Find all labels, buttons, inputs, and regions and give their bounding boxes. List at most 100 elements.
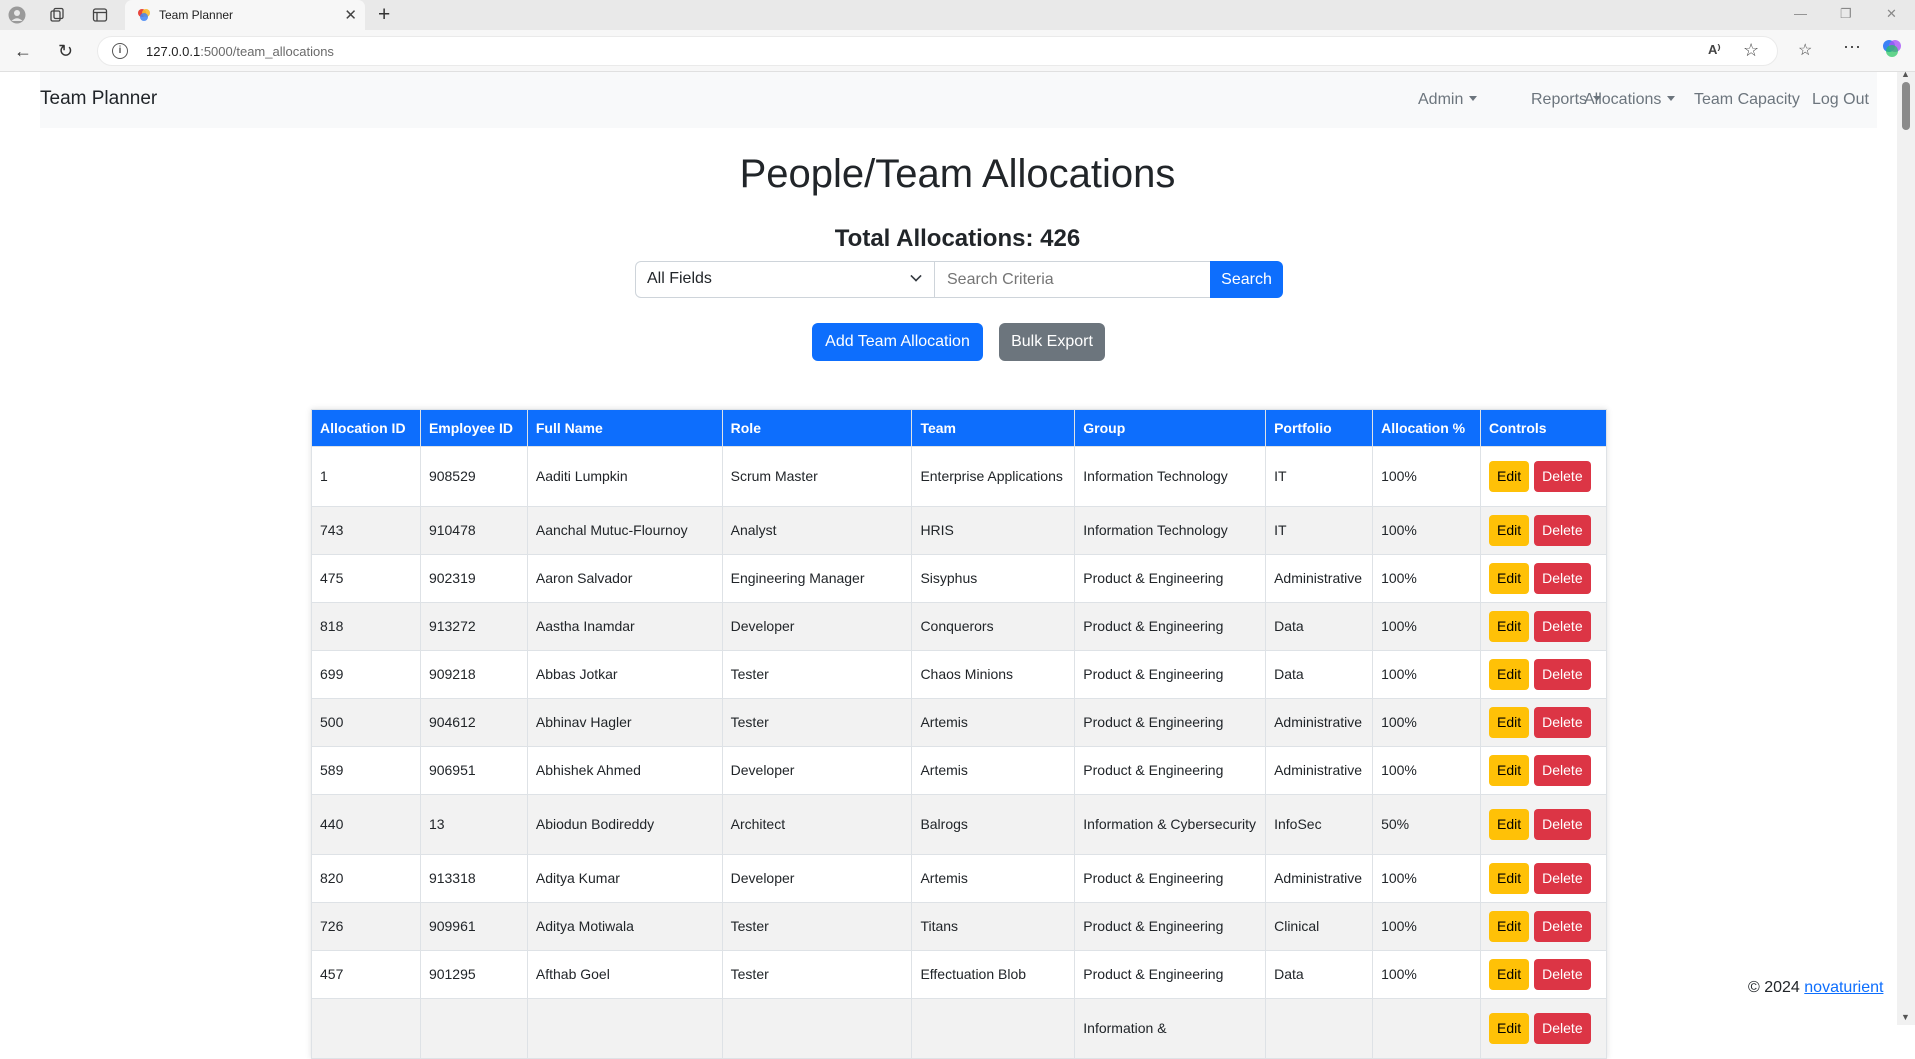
table-cell: 908529 — [419, 446, 528, 507]
table-cell: Tester — [721, 950, 913, 999]
table-cell: IT — [1265, 506, 1374, 555]
table-cell: Product & Engineering — [1074, 902, 1267, 951]
edit-button[interactable]: Edit — [1489, 1013, 1530, 1044]
edit-button[interactable]: Edit — [1489, 707, 1530, 738]
delete-button[interactable]: Delete — [1534, 911, 1591, 942]
minimize-icon[interactable]: — — [1794, 6, 1807, 21]
column-header: Controls — [1480, 409, 1607, 447]
nav-log-out[interactable]: Log Out — [1812, 91, 1869, 109]
table-cell — [1372, 998, 1482, 1059]
column-header: Group — [1074, 409, 1267, 447]
tab-team-planner[interactable]: Team Planner ✕ — [125, 0, 365, 30]
edit-button[interactable]: Edit — [1489, 911, 1530, 942]
edit-button[interactable]: Edit — [1489, 611, 1530, 642]
read-aloud-icon[interactable]: A⁾ — [1708, 42, 1721, 58]
delete-button[interactable]: Delete — [1534, 959, 1591, 990]
tab-actions-icon[interactable] — [90, 5, 110, 25]
table-cell: 100% — [1372, 446, 1482, 507]
page-scrollbar[interactable]: ▲ ▼ — [1897, 69, 1915, 1025]
tab-title: Team Planner — [159, 8, 234, 22]
delete-button[interactable]: Delete — [1534, 707, 1591, 738]
search-field-value: All Fields — [647, 270, 712, 287]
browser-tab-bar: Team Planner ✕ + — ❐ ✕ — [0, 0, 1915, 30]
table-cell: Enterprise Applications — [911, 446, 1076, 507]
navbar-brand[interactable]: Team Planner — [40, 88, 157, 110]
delete-button[interactable]: Delete — [1534, 809, 1591, 840]
controls-cell: Edit Delete — [1480, 698, 1607, 747]
table-cell: 100% — [1372, 554, 1482, 603]
workspaces-icon[interactable] — [47, 5, 67, 25]
table-cell: IT — [1265, 446, 1374, 507]
edit-button[interactable]: Edit — [1489, 755, 1530, 786]
delete-button[interactable]: Delete — [1534, 461, 1591, 492]
edit-button[interactable]: Edit — [1489, 515, 1530, 546]
restore-icon[interactable]: ❐ — [1840, 6, 1852, 22]
refresh-icon[interactable]: ↻ — [58, 41, 73, 62]
controls-cell: Edit Delete — [1480, 746, 1607, 795]
table-cell: 100% — [1372, 506, 1482, 555]
table-cell: Developer — [721, 602, 913, 651]
more-icon[interactable]: ⋯ — [1843, 37, 1861, 58]
controls-cell: Edit Delete — [1480, 950, 1607, 999]
table-cell: 904612 — [419, 698, 528, 747]
nav-allocations[interactable]: Allocations — [1584, 91, 1675, 109]
table-cell: Product & Engineering — [1074, 650, 1267, 699]
table-cell: Product & Engineering — [1074, 854, 1267, 903]
scroll-up-icon[interactable]: ▲ — [1901, 69, 1910, 79]
edit-button[interactable]: Edit — [1489, 563, 1530, 594]
back-icon[interactable]: ← — [14, 41, 32, 62]
edit-button[interactable]: Edit — [1489, 461, 1530, 492]
delete-button[interactable]: Delete — [1534, 1013, 1591, 1044]
table-cell: Administrative — [1265, 854, 1374, 903]
delete-button[interactable]: Delete — [1534, 863, 1591, 894]
add-team-allocation-button[interactable]: Add Team Allocation — [812, 323, 983, 361]
table-cell: 13 — [419, 794, 528, 855]
search-input[interactable] — [934, 261, 1211, 298]
delete-button[interactable]: Delete — [1534, 755, 1591, 786]
delete-button[interactable]: Delete — [1534, 563, 1591, 594]
table-cell: Data — [1265, 950, 1374, 999]
column-header: Team — [911, 409, 1076, 447]
table-cell — [911, 998, 1076, 1059]
search-button[interactable]: Search — [1210, 261, 1283, 298]
table-cell: 100% — [1372, 698, 1482, 747]
table-cell: Information Technology — [1074, 506, 1267, 555]
new-tab-icon[interactable]: + — [378, 3, 390, 27]
favorites-icon[interactable]: ☆ — [1798, 40, 1812, 60]
nav-admin[interactable]: Admin — [1418, 91, 1477, 109]
site-info-icon[interactable]: i — [112, 43, 128, 59]
close-window-icon[interactable]: ✕ — [1886, 6, 1897, 22]
profile-icon[interactable] — [7, 5, 27, 25]
table-cell — [1265, 998, 1374, 1059]
url-field[interactable]: i 127.0.0.1:5000/team_allocations A⁾ ☆ — [97, 36, 1778, 66]
table-cell: Aastha Inamdar — [526, 602, 723, 651]
scroll-down-icon[interactable]: ▼ — [1901, 1012, 1910, 1022]
scrollbar-thumb[interactable] — [1902, 82, 1910, 130]
table-cell: Information Technology — [1074, 446, 1267, 507]
delete-button[interactable]: Delete — [1534, 611, 1591, 642]
table-cell: Product & Engineering — [1074, 698, 1267, 747]
favicon-icon — [137, 8, 151, 22]
table-cell: 50% — [1372, 794, 1482, 855]
copilot-icon[interactable] — [1882, 38, 1902, 63]
table-cell: Tester — [721, 902, 913, 951]
search-field-select[interactable]: All Fields — [635, 261, 935, 298]
allocations-table-wrapper: Allocation ID Employee ID Full Name Role Tea… — [311, 409, 1607, 1059]
table-cell: 500 — [311, 698, 421, 747]
delete-button[interactable]: Delete — [1534, 659, 1591, 690]
bulk-export-button[interactable]: Bulk Export — [999, 323, 1105, 361]
footer-link[interactable]: novaturient — [1804, 979, 1883, 996]
delete-button[interactable]: Delete — [1534, 515, 1591, 546]
tab-close-icon[interactable]: ✕ — [344, 6, 357, 24]
table-cell: InfoSec — [1265, 794, 1374, 855]
controls-cell: Edit Delete — [1480, 506, 1607, 555]
edit-button[interactable]: Edit — [1489, 809, 1530, 840]
address-bar-row: ← ↻ i 127.0.0.1:5000/team_allocations A⁾… — [0, 30, 1915, 72]
table-cell: Administrative — [1265, 554, 1374, 603]
edit-button[interactable]: Edit — [1489, 659, 1530, 690]
edit-button[interactable]: Edit — [1489, 959, 1530, 990]
edit-button[interactable]: Edit — [1489, 863, 1530, 894]
favorite-star-icon[interactable]: ☆ — [1743, 40, 1759, 61]
nav-team-capacity[interactable]: Team Capacity — [1694, 91, 1800, 109]
table-cell — [526, 998, 723, 1059]
